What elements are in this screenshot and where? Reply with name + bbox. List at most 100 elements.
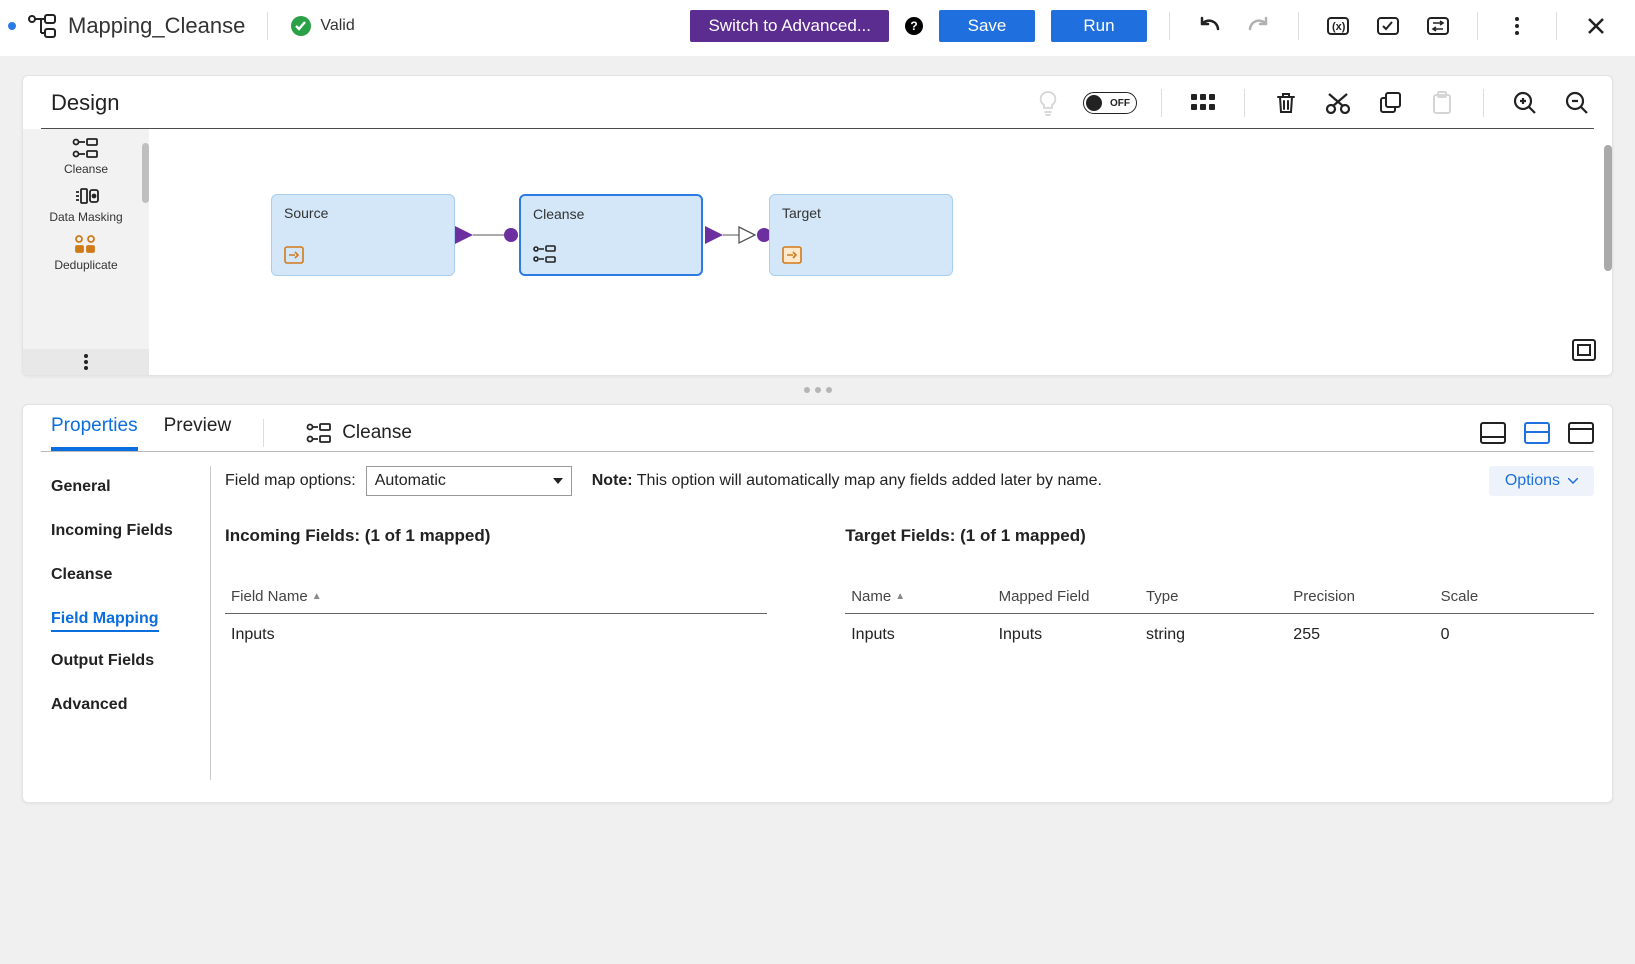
undo-button[interactable] (1192, 11, 1226, 41)
separator (267, 12, 268, 40)
design-panel: Design OFF Cleanse (22, 75, 1613, 376)
selected-object: Cleanse (306, 422, 412, 444)
field-map-options-select[interactable]: Automatic (366, 466, 572, 496)
table-row[interactable]: Inputs (225, 614, 767, 656)
node-label: Source (284, 205, 442, 221)
run-button[interactable]: Run (1051, 10, 1147, 42)
sidenav-incoming-fields[interactable]: Incoming Fields (51, 516, 210, 546)
target-fields-section: Target Fields: (1 of 1 mapped) Name▲ Map… (845, 526, 1594, 656)
cell-scale: 0 (1441, 626, 1588, 644)
palette-item-data-masking[interactable]: Data Masking (23, 181, 149, 227)
layout-top-button[interactable] (1568, 422, 1594, 444)
validation-text: Valid (320, 17, 354, 35)
hint-bulb-icon (1031, 88, 1065, 118)
mapping-canvas[interactable]: Source Cleanse Target (149, 129, 1612, 375)
flow-node-source[interactable]: Source (271, 194, 455, 276)
chevron-down-icon (1568, 478, 1578, 484)
properties-tabs: Properties Preview (51, 415, 231, 451)
palette-more-button[interactable] (23, 349, 149, 375)
unsaved-dot-icon (8, 22, 16, 30)
tab-preview[interactable]: Preview (164, 415, 232, 451)
check-circle-icon (290, 15, 312, 37)
panel-splitter[interactable] (22, 386, 1613, 394)
sort-asc-icon: ▲ (312, 591, 322, 602)
col-header-name[interactable]: Name▲ (851, 588, 998, 605)
auto-layout-toggle[interactable]: OFF (1083, 92, 1137, 114)
palette-label: Data Masking (49, 210, 122, 224)
flow-node-target[interactable]: Target (769, 194, 953, 276)
palette-label: Deduplicate (54, 258, 117, 272)
save-button[interactable]: Save (939, 10, 1035, 42)
cleanse-icon (72, 138, 100, 158)
data-masking-icon (72, 186, 100, 206)
palette-item-cleanse[interactable]: Cleanse (23, 133, 149, 179)
switch-to-advanced-button[interactable]: Switch to Advanced... (690, 10, 889, 42)
deduplicate-icon (73, 234, 99, 254)
node-label: Target (782, 205, 940, 221)
sidenav-cleanse[interactable]: Cleanse (51, 560, 210, 590)
parameters-button[interactable]: (x) (1321, 11, 1355, 41)
chevron-down-icon (553, 478, 563, 484)
toolbar-left: Mapping_Cleanse (8, 13, 245, 39)
layout-bottom-button[interactable] (1480, 422, 1506, 444)
sidenav-general[interactable]: General (51, 472, 210, 502)
zoom-out-button[interactable] (1560, 88, 1594, 118)
incoming-fields-table: Field Name▲ Inputs (225, 580, 767, 656)
table-row[interactable]: Inputs Inputs string 255 0 (845, 614, 1594, 656)
separator (1169, 12, 1170, 40)
sidenav-field-mapping[interactable]: Field Mapping (51, 604, 159, 632)
layout-split-button[interactable] (1524, 422, 1550, 444)
sidenav-output-fields[interactable]: Output Fields (51, 646, 210, 676)
field-map-options-label: Field map options: (225, 472, 356, 490)
field-map-note: Note: This option will automatically map… (592, 472, 1102, 490)
options-button[interactable]: Options (1489, 466, 1594, 496)
col-header-field-name[interactable]: Field Name▲ (231, 588, 761, 605)
cleanse-icon (306, 423, 332, 443)
source-icon (284, 246, 304, 267)
minimap-button[interactable] (1572, 339, 1596, 361)
close-button[interactable] (1579, 11, 1613, 41)
help-icon[interactable]: ? (905, 17, 923, 35)
top-toolbar: Mapping_Cleanse Valid Switch to Advanced… (0, 0, 1635, 57)
select-value: Automatic (375, 472, 446, 490)
design-title: Design (51, 90, 1019, 116)
more-menu-button[interactable] (1500, 11, 1534, 41)
page-title: Mapping_Cleanse (68, 13, 245, 39)
properties-side-nav: General Incoming Fields Cleanse Field Ma… (51, 466, 211, 780)
col-header-type[interactable]: Type (1146, 588, 1293, 605)
canvas-scrollbar[interactable] (1604, 145, 1612, 271)
sort-asc-icon: ▲ (895, 591, 905, 602)
separator (263, 419, 264, 447)
separator (1483, 89, 1484, 117)
transformation-palette: Cleanse Data Masking Deduplicate (23, 129, 149, 375)
svg-text:(x): (x) (1332, 21, 1346, 33)
col-header-precision[interactable]: Precision (1293, 588, 1440, 605)
design-toolbar: OFF (1031, 88, 1594, 118)
col-header-mapped-field[interactable]: Mapped Field (999, 588, 1146, 605)
tab-properties[interactable]: Properties (51, 415, 138, 451)
palette-item-deduplicate[interactable]: Deduplicate (23, 229, 149, 275)
cell-mapped-field: Inputs (999, 626, 1146, 644)
arrange-grid-button[interactable] (1186, 88, 1220, 118)
zoom-in-button[interactable] (1508, 88, 1542, 118)
target-fields-title: Target Fields: (1 of 1 mapped) (845, 526, 1594, 546)
cut-button[interactable] (1321, 88, 1355, 118)
delete-button[interactable] (1269, 88, 1303, 118)
sidenav-advanced[interactable]: Advanced (51, 690, 210, 720)
incoming-fields-section: Incoming Fields: (1 of 1 mapped) Field N… (225, 526, 767, 656)
separator (1244, 89, 1245, 117)
flow-node-cleanse[interactable]: Cleanse (519, 194, 703, 276)
validate-button[interactable] (1371, 11, 1405, 41)
col-header-scale[interactable]: Scale (1441, 588, 1588, 605)
separator (1556, 12, 1557, 40)
inout-params-button[interactable] (1421, 11, 1455, 41)
target-icon (782, 246, 802, 267)
palette-scrollbar[interactable] (142, 143, 149, 203)
properties-panel: Properties Preview Cleanse General Incom… (22, 404, 1613, 803)
mapping-icon (28, 14, 56, 38)
cell-field-name: Inputs (231, 626, 761, 644)
cleanse-icon (533, 245, 557, 266)
copy-button[interactable] (1373, 88, 1407, 118)
palette-label: Cleanse (64, 162, 108, 176)
field-mapping-content: Field map options: Automatic Note: This … (211, 466, 1594, 780)
